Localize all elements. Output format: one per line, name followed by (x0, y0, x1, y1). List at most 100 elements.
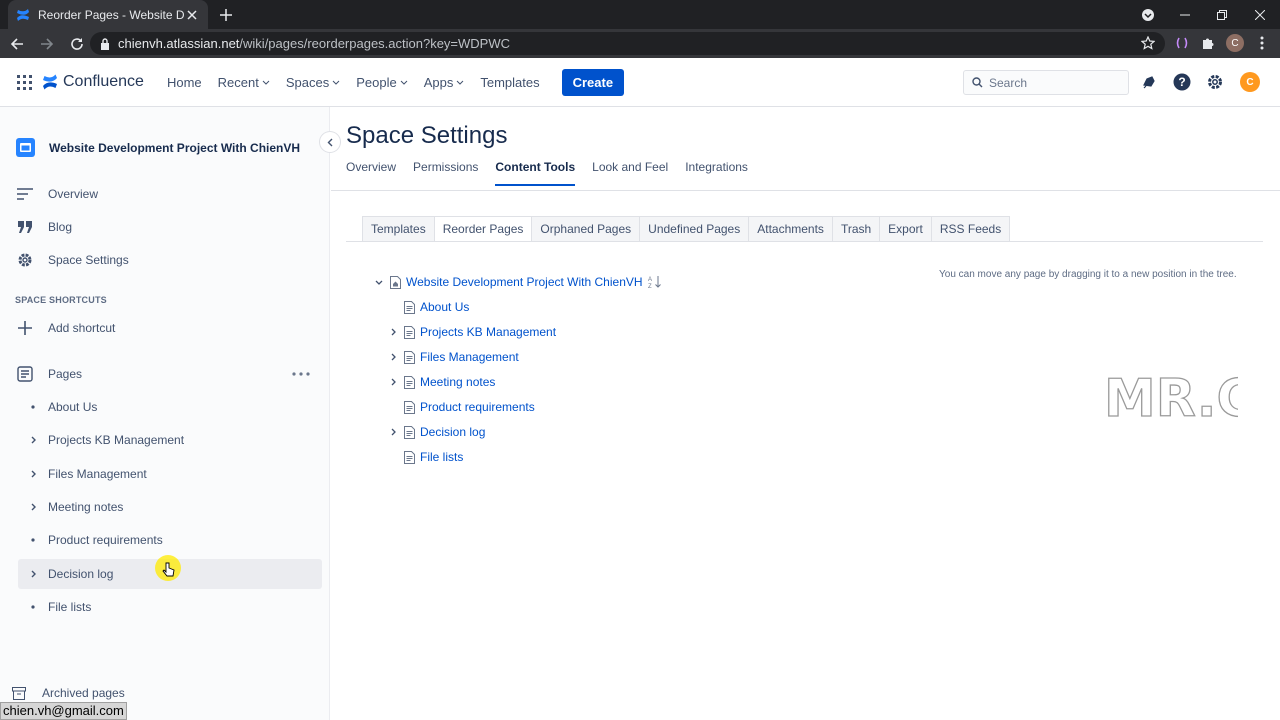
tree-node[interactable]: Projects KB Management (386, 325, 556, 339)
sidebar-page-item[interactable]: Files Management (18, 459, 322, 489)
user-avatar-initial: C (1240, 72, 1260, 92)
add-shortcut-button[interactable]: Add shortcut (16, 319, 115, 337)
nav-templates[interactable]: Templates (480, 75, 539, 90)
sidebar-page-label: File lists (48, 599, 92, 614)
subtab-attachments[interactable]: Attachments (749, 216, 833, 242)
nav-recent[interactable]: Recent (218, 75, 270, 90)
notifications-icon[interactable] (1139, 72, 1159, 92)
tab-overview[interactable]: Overview (346, 160, 396, 186)
nav-apps[interactable]: Apps (424, 75, 465, 90)
sidebar: Website Development Project With ChienVH… (0, 107, 340, 720)
sidebar-page-item[interactable]: Product requirements (18, 525, 322, 555)
sidebar-item-space-settings[interactable]: Space Settings (16, 251, 129, 269)
expand-toggle-icon[interactable] (386, 350, 400, 364)
browser-tab[interactable]: Reorder Pages - Website Develop (8, 0, 208, 29)
tree-node[interactable]: Product requirements (386, 400, 535, 414)
tab-integrations[interactable]: Integrations (685, 160, 748, 186)
tree-node[interactable]: About Us (386, 300, 469, 314)
expand-toggle-icon[interactable] (386, 375, 400, 389)
nav-people[interactable]: People (356, 75, 408, 90)
expand-toggle-icon[interactable] (386, 325, 400, 339)
tab-permissions[interactable]: Permissions (413, 160, 478, 186)
confluence-logo[interactable]: Confluence (42, 73, 144, 91)
sidebar-item-overview[interactable]: Overview (16, 185, 98, 203)
sidebar-page-label: Decision log (48, 566, 114, 581)
search-placeholder: Search (989, 75, 1028, 90)
browser-menu-icon[interactable] (1252, 33, 1272, 53)
tree-node[interactable]: File lists (386, 450, 463, 464)
sidebar-page-item[interactable]: Projects KB Management (18, 425, 322, 455)
url-path: /wiki/pages/reorderpages.action?key=WDPW… (239, 36, 511, 51)
close-tab-icon[interactable] (184, 7, 200, 23)
tab-look-and-feel[interactable]: Look and Feel (592, 160, 668, 186)
chevron-right-icon[interactable] (18, 436, 48, 444)
nav-spaces[interactable]: Spaces (286, 75, 340, 90)
tree-node[interactable]: Files Management (386, 350, 519, 364)
confluence-logo-icon (42, 74, 58, 90)
subtab-undefined-pages[interactable]: Undefined Pages (640, 216, 750, 242)
profile-avatar[interactable]: C (1225, 33, 1245, 53)
address-bar[interactable]: chienvh.atlassian.net/wiki/pages/reorder… (90, 32, 1165, 55)
home-page-icon (388, 275, 402, 289)
reload-icon[interactable] (64, 31, 90, 57)
chevron-right-icon[interactable] (18, 470, 48, 478)
bookmark-star-icon[interactable] (1141, 36, 1155, 50)
restore-icon[interactable] (1202, 0, 1242, 29)
search-input[interactable]: Search (963, 70, 1129, 95)
nav-home[interactable]: Home (167, 75, 202, 90)
tree-node[interactable]: Decision log (386, 425, 485, 439)
nav-home-label: Home (166, 74, 202, 90)
sort-alpha-icon[interactable]: AZ (648, 275, 662, 289)
tab-search-icon[interactable] (1128, 0, 1168, 29)
new-tab-icon[interactable] (216, 5, 236, 25)
space-header[interactable]: Website Development Project With ChienVH (16, 138, 300, 157)
forward-icon[interactable] (34, 31, 60, 57)
page-icon (402, 400, 416, 414)
archived-pages-link[interactable]: Archived pages (10, 684, 125, 702)
subtab-orphaned-pages[interactable]: Orphaned Pages (532, 216, 641, 242)
sidebar-page-item[interactable]: Meeting notes (18, 492, 322, 522)
subtab-templates[interactable]: Templates (362, 216, 435, 242)
subtab-rss-feeds[interactable]: RSS Feeds (931, 216, 1011, 242)
hand-pointer-icon (162, 562, 175, 577)
chevron-right-icon[interactable] (18, 570, 48, 578)
subtab-trash[interactable]: Trash (832, 216, 881, 242)
subtab-reorder-pages[interactable]: Reorder Pages (434, 216, 533, 242)
extensions-puzzle-icon[interactable] (1198, 33, 1218, 53)
back-icon[interactable] (4, 31, 30, 57)
page-icon (402, 325, 416, 339)
sidebar-pages-header[interactable]: Pages (16, 365, 82, 383)
bullet-icon (18, 538, 48, 542)
sidebar-item-blog[interactable]: Blog (16, 218, 72, 236)
settings-tabs: Overview Permissions Content Tools Look … (346, 160, 765, 186)
create-button[interactable]: Create (561, 68, 625, 96)
user-avatar[interactable]: C (1240, 72, 1260, 92)
help-icon[interactable]: ? (1172, 72, 1192, 92)
page-icon (402, 300, 416, 314)
tree-root-node[interactable]: Website Development Project With ChienVH… (372, 275, 662, 289)
close-window-icon[interactable] (1240, 0, 1280, 29)
subtab-export[interactable]: Export (880, 216, 932, 242)
sidebar-page-item[interactable]: File lists (18, 592, 322, 622)
tree-node-label: File lists (420, 450, 464, 464)
tree-node[interactable]: Meeting notes (386, 375, 495, 389)
expand-toggle-icon[interactable] (386, 425, 400, 439)
sidebar-page-item[interactable]: About Us (18, 392, 322, 422)
tab-content-tools[interactable]: Content Tools (495, 160, 576, 186)
expand-toggle-open-icon[interactable] (372, 275, 386, 289)
minimize-icon[interactable] (1165, 0, 1205, 29)
more-options-icon[interactable] (292, 372, 310, 376)
confluence-top-nav: Confluence Home Recent Spaces People App… (0, 58, 1280, 107)
chevron-right-icon[interactable] (18, 503, 48, 511)
settings-gear-icon[interactable] (1205, 72, 1225, 92)
archived-pages-label: Archived pages (42, 686, 125, 700)
collapse-sidebar-button[interactable] (320, 132, 340, 152)
tabs-divider (331, 190, 1280, 191)
sidebar-item-label: Blog (48, 220, 73, 234)
space-icon (16, 138, 35, 157)
cursor-highlight (155, 555, 181, 581)
extension-brackets-icon[interactable] (1172, 33, 1192, 53)
app-switcher-icon[interactable] (17, 75, 32, 90)
